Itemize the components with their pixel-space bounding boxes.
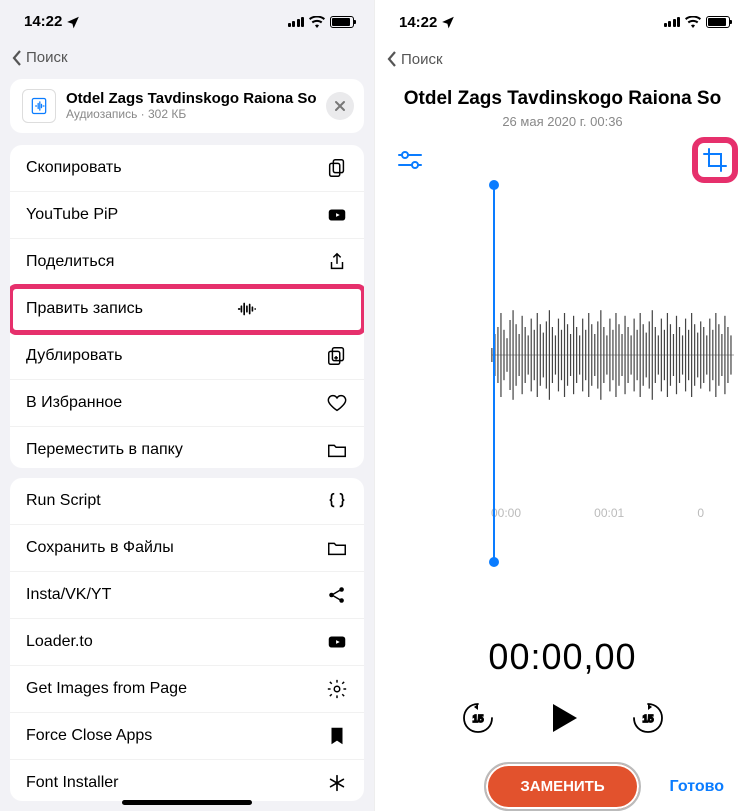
youtube-icon	[326, 204, 348, 226]
menu-label: Поделиться	[26, 253, 114, 271]
chevron-left-icon	[387, 51, 397, 67]
file-subtitle: Аудиозапись · 302 КБ	[66, 107, 317, 121]
status-bar: 14:22	[375, 0, 750, 44]
skip-back-icon: 15	[460, 700, 496, 736]
duplicate-icon	[326, 345, 348, 367]
braces-icon	[326, 490, 348, 512]
play-icon	[545, 700, 581, 736]
skip-forward-icon: 15	[630, 700, 666, 736]
skip-back-button[interactable]: 15	[459, 699, 497, 737]
menu-label: Loader.to	[26, 633, 93, 651]
menu-youtube-pip[interactable]: YouTube PiP	[10, 192, 364, 239]
time-ticks: 00:00 00:01 0	[391, 506, 734, 520]
location-icon	[441, 15, 455, 29]
svg-text:15: 15	[642, 714, 654, 725]
menu-get-images[interactable]: Get Images from Page	[10, 666, 364, 713]
battery-icon	[330, 16, 354, 28]
home-indicator[interactable]	[122, 800, 252, 805]
recording-subtitle: 26 мая 2020 г. 00:36	[395, 114, 730, 129]
location-icon	[66, 15, 80, 29]
menu-save-files[interactable]: Сохранить в Файлы	[10, 525, 364, 572]
recording-header: Otdel Zags Tavdinskogo Raiona So 26 мая …	[375, 74, 750, 139]
status-time: 14:22	[24, 13, 62, 30]
menu-label: В Избранное	[26, 394, 122, 412]
share-nodes-icon	[326, 584, 348, 606]
back-label: Поиск	[26, 49, 68, 66]
wifi-icon	[309, 16, 325, 28]
share-icon	[326, 251, 348, 273]
gear-icon	[326, 678, 348, 700]
signal-icon	[288, 17, 305, 27]
replace-button[interactable]: ЗАМЕНИТЬ	[484, 762, 640, 811]
status-time: 14:22	[399, 14, 437, 31]
battery-icon	[706, 16, 730, 28]
folder-icon	[326, 439, 348, 461]
menu-label: Run Script	[26, 492, 101, 510]
menu-share[interactable]: Поделиться	[10, 239, 364, 286]
menu-label: Скопировать	[26, 159, 122, 177]
close-button[interactable]	[326, 92, 354, 120]
menu-font-installer[interactable]: Font Installer	[10, 760, 364, 801]
menu-group-1: Скопировать YouTube PiP Поделиться Прави…	[10, 145, 364, 468]
waveform-icon	[235, 298, 257, 320]
menu-label: Font Installer	[26, 774, 118, 792]
close-icon	[334, 100, 346, 112]
menu-run-script[interactable]: Run Script	[10, 478, 364, 525]
menu-force-close[interactable]: Force Close Apps	[10, 713, 364, 760]
done-button[interactable]: Готово	[670, 778, 724, 796]
menu-label: Get Images from Page	[26, 680, 187, 698]
menu-loader-to[interactable]: Loader.to	[10, 619, 364, 666]
menu-label: Insta/VK/YT	[26, 586, 111, 604]
bookmark-icon	[326, 725, 348, 747]
menu-move-folder[interactable]: Переместить в папку	[10, 427, 364, 468]
play-time: 00:00,00	[375, 636, 750, 678]
menu-label: Сохранить в Файлы	[26, 539, 174, 557]
menu-group-2: Run Script Сохранить в Файлы Insta/VK/YT…	[10, 478, 364, 801]
signal-icon	[664, 17, 681, 27]
heart-icon	[326, 392, 348, 414]
play-button[interactable]	[541, 696, 585, 740]
file-card: Otdel Zags Tavdinskogo Raiona So Аудиоза…	[10, 79, 364, 133]
sliders-icon	[397, 150, 423, 170]
back-nav[interactable]: Поиск	[0, 43, 374, 72]
youtube-icon	[326, 631, 348, 653]
menu-label: Force Close Apps	[26, 727, 152, 745]
waveform-area[interactable]: 00:00 00:01 0	[375, 185, 750, 622]
skip-forward-button[interactable]: 15	[629, 699, 667, 737]
audio-file-icon	[22, 89, 56, 123]
filters-button[interactable]	[393, 143, 427, 177]
status-bar: 14:22	[0, 0, 374, 43]
tick-0: 00:00	[491, 506, 521, 520]
waveform	[391, 215, 734, 495]
file-title: Otdel Zags Tavdinskogo Raiona So	[66, 90, 317, 107]
menu-insta-vk-yt[interactable]: Insta/VK/YT	[10, 572, 364, 619]
playhead-marker[interactable]	[493, 185, 495, 562]
tick-2: 0	[697, 506, 704, 520]
asterisk-icon	[326, 772, 348, 794]
copy-icon	[326, 157, 348, 179]
menu-label: YouTube PiP	[26, 206, 118, 224]
tick-1: 00:01	[594, 506, 624, 520]
crop-icon	[702, 147, 728, 173]
playback-controls: 15 15	[375, 696, 750, 740]
menu-label: Дублировать	[26, 347, 122, 365]
menu-label: Переместить в папку	[26, 441, 183, 459]
recording-title: Otdel Zags Tavdinskogo Raiona So	[395, 88, 730, 110]
crop-button[interactable]	[698, 143, 732, 177]
back-label: Поиск	[401, 51, 443, 68]
wifi-icon	[685, 16, 701, 28]
bottom-actions: ЗАМЕНИТЬ Готово	[375, 762, 750, 811]
svg-text:15: 15	[472, 714, 484, 725]
edit-toolbar	[375, 139, 750, 185]
folder-icon	[326, 537, 348, 559]
menu-duplicate[interactable]: Дублировать	[10, 333, 364, 380]
chevron-left-icon	[12, 50, 22, 66]
menu-favorite[interactable]: В Избранное	[10, 380, 364, 427]
menu-edit-recording[interactable]: Править запись	[10, 286, 364, 333]
menu-copy[interactable]: Скопировать	[10, 145, 364, 192]
menu-label: Править запись	[26, 300, 143, 318]
back-nav[interactable]: Поиск	[375, 44, 750, 74]
